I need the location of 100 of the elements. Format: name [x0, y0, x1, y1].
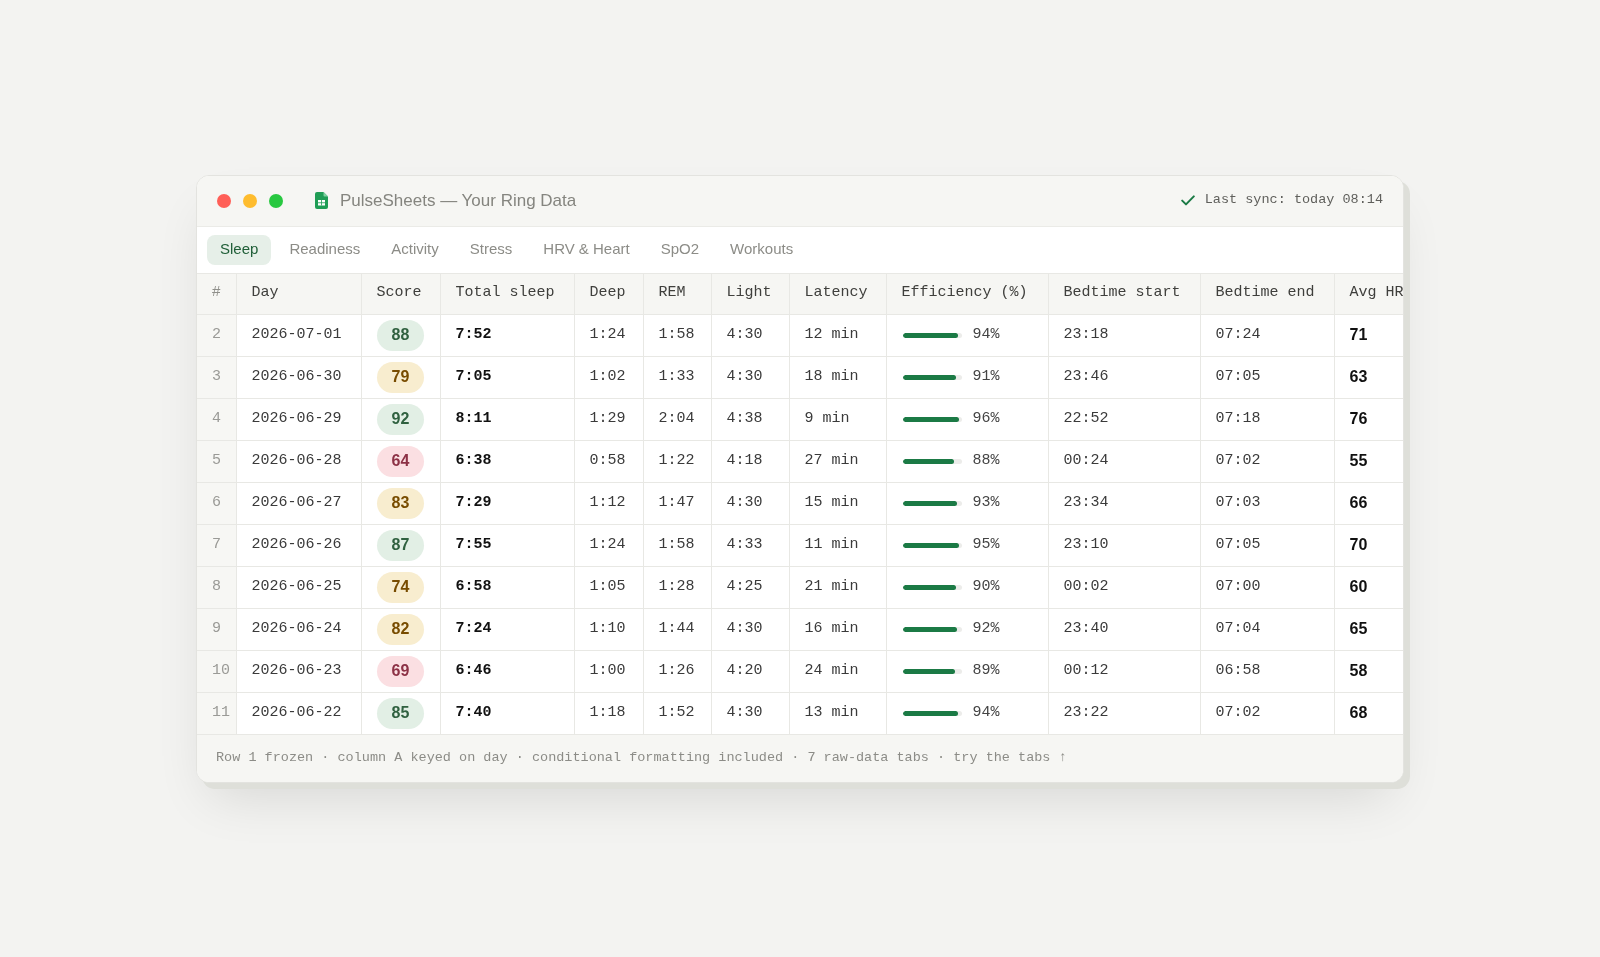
minimize-button[interactable]: [243, 193, 257, 208]
table-cell: 66: [1334, 482, 1403, 524]
table-cell: 1:33: [643, 356, 711, 398]
table-cell: 2026-06-28: [236, 440, 361, 482]
check-icon: [1180, 195, 1195, 206]
table-cell: 7:24: [440, 608, 574, 650]
table-cell: 21 min: [789, 566, 886, 608]
table-cell: 1:05: [574, 566, 643, 608]
table-cell: 4:33: [711, 524, 789, 566]
row-number: 11: [197, 692, 236, 734]
score-badge: 85: [377, 697, 424, 729]
table-cell: 2026-06-22: [236, 692, 361, 734]
table-cell: 1:26: [643, 650, 711, 692]
table-cell: 1:58: [643, 314, 711, 356]
table-cell: 00:24: [1048, 440, 1200, 482]
row-number: 3: [197, 356, 236, 398]
table-cell: 07:24: [1200, 314, 1334, 356]
tab[interactable]: Sleep: [207, 234, 272, 265]
table-cell: 12 min: [789, 314, 886, 356]
table-cell: 1:00: [574, 650, 643, 692]
window-title: PulseSheets — Your Ring Data: [340, 189, 577, 212]
tab[interactable]: Workouts: [717, 234, 807, 265]
table-cell: 23:10: [1048, 524, 1200, 566]
efficiency-value: 96%: [972, 408, 1000, 429]
table-cell: 2026-06-27: [236, 482, 361, 524]
table-cell: 16 min: [789, 608, 886, 650]
efficiency-value: 90%: [972, 576, 1000, 597]
table-cell: 24 min: [789, 650, 886, 692]
row-number: 4: [197, 398, 236, 440]
score-badge: 88: [377, 319, 424, 351]
table-cell: 63: [1334, 356, 1403, 398]
table-cell: 22:52: [1048, 398, 1200, 440]
score-badge: 64: [377, 445, 424, 477]
column-header: Latency: [789, 273, 886, 314]
table-cell: 1:10: [574, 608, 643, 650]
table-cell: 1:28: [643, 566, 711, 608]
tab[interactable]: HRV & Heart: [530, 234, 643, 265]
table-cell: 7:40: [440, 692, 574, 734]
table-cell: 1:47: [643, 482, 711, 524]
table-cell: 4:30: [711, 314, 789, 356]
row-number: 9: [197, 608, 236, 650]
table-cell: 2026-06-29: [236, 398, 361, 440]
efficiency-value: 91%: [972, 366, 1000, 387]
tab[interactable]: Stress: [456, 234, 526, 265]
column-header: Total sleep: [440, 273, 574, 314]
table-cell: 4:25: [711, 566, 789, 608]
table-cell: 68: [1334, 692, 1403, 734]
table-cell: 4:30: [711, 692, 789, 734]
table-cell: 1:12: [574, 482, 643, 524]
table-cell: 1:22: [643, 440, 711, 482]
table-cell: 4:30: [711, 482, 789, 524]
score-badge: 74: [377, 571, 424, 603]
table-cell: 65: [1334, 608, 1403, 650]
table-cell: 07:02: [1200, 692, 1334, 734]
tab[interactable]: Activity: [378, 234, 452, 265]
table-cell: 15 min: [789, 482, 886, 524]
efficiency-value: 88%: [972, 450, 1000, 471]
score-badge: 87: [377, 529, 424, 561]
maximize-button[interactable]: [269, 193, 283, 208]
table-cell: 9 min: [789, 398, 886, 440]
tab[interactable]: Readiness: [276, 234, 374, 265]
table-cell: 6:46: [440, 650, 574, 692]
score-badge: 69: [377, 655, 424, 687]
close-button[interactable]: [217, 193, 231, 208]
table-cell: 07:03: [1200, 482, 1334, 524]
tab[interactable]: SpO2: [647, 234, 713, 265]
table-cell: 23:40: [1048, 608, 1200, 650]
score-badge: 92: [377, 403, 424, 435]
column-header: Efficiency (%): [886, 273, 1048, 314]
table-cell: 07:05: [1200, 356, 1334, 398]
efficiency-value: 95%: [972, 534, 1000, 555]
row-number: 7: [197, 524, 236, 566]
row-number: 6: [197, 482, 236, 524]
table-cell: 2:04: [643, 398, 711, 440]
column-header: Deep: [574, 273, 643, 314]
column-header: #: [197, 273, 236, 314]
table-cell: 58: [1334, 650, 1403, 692]
table-cell: 07:05: [1200, 524, 1334, 566]
table-cell: 27 min: [789, 440, 886, 482]
table-cell: 8:11: [440, 398, 574, 440]
row-number: 8: [197, 566, 236, 608]
table-cell: 23:22: [1048, 692, 1200, 734]
spreadsheet-icon: [315, 192, 328, 209]
efficiency-value: 92%: [972, 618, 1000, 639]
table-cell: 6:58: [440, 566, 574, 608]
table-cell: 4:30: [711, 608, 789, 650]
table-cell: 71: [1334, 314, 1403, 356]
column-header: Bedtime start: [1048, 273, 1200, 314]
table-cell: 00:12: [1048, 650, 1200, 692]
table-cell: 4:38: [711, 398, 789, 440]
table-cell: 2026-06-24: [236, 608, 361, 650]
table-cell: 1:24: [574, 524, 643, 566]
table-cell: 4:20: [711, 650, 789, 692]
table-cell: 23:46: [1048, 356, 1200, 398]
table-cell: 2026-06-23: [236, 650, 361, 692]
efficiency-value: 94%: [972, 702, 1000, 723]
table-cell: 70: [1334, 524, 1403, 566]
column-header: Light: [711, 273, 789, 314]
table-cell: 1:18: [574, 692, 643, 734]
table-cell: 07:02: [1200, 440, 1334, 482]
